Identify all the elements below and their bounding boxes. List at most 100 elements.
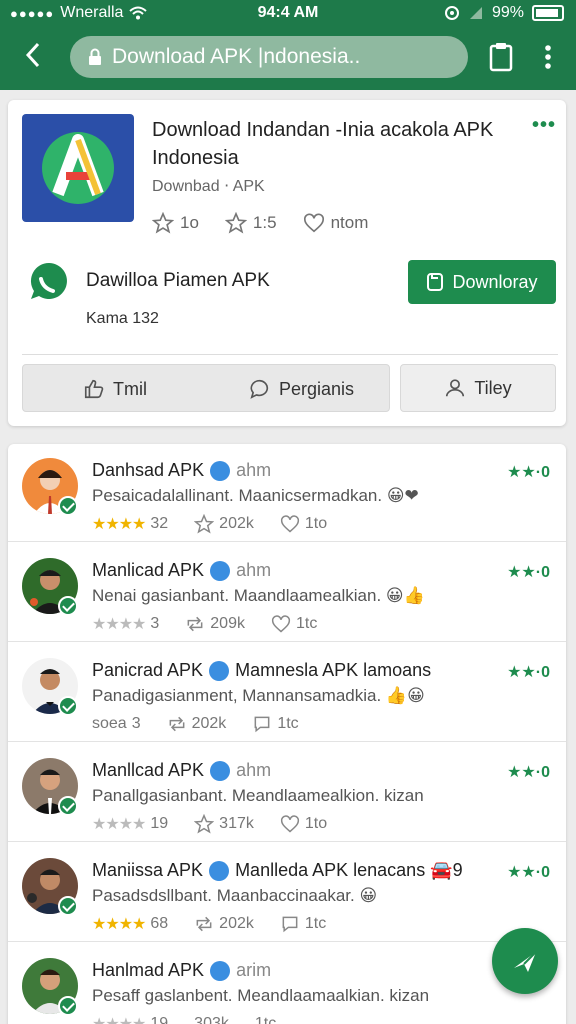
comments[interactable]: 1to [280, 814, 327, 834]
stars-icon: ★★★★ [92, 1014, 146, 1024]
stat-value: 1:5 [252, 213, 277, 232]
review-item[interactable]: Maniissa APK Manlleda APK lenacans 🚘9 ★★… [8, 844, 566, 942]
reviewer-tag: ahm [236, 460, 272, 480]
star-count: 19 [150, 1015, 169, 1024]
tab-pergianis[interactable]: Pergianis [249, 365, 354, 413]
star-rating: ★★★★ 19 [92, 1014, 168, 1024]
file-icon [427, 273, 444, 291]
verified-icon [210, 460, 231, 481]
star-rating: soea 3 [92, 715, 141, 733]
stars-icon: ★★★★ [92, 916, 146, 933]
stat-value: ntom [330, 213, 369, 232]
review-stats: ★★★★ 32 202k 1to [92, 514, 327, 534]
star-count: 3 [150, 615, 160, 632]
more-dots-icon[interactable]: ••• [532, 114, 556, 137]
thumbs-up-icon [84, 379, 104, 399]
reviewer-name[interactable]: Manllcad APK [92, 760, 204, 781]
url-text: Download APK |ndonesia.. [112, 45, 361, 68]
whatsapp-icon [30, 262, 67, 299]
star-rating: ★★★★ 3 [92, 614, 159, 634]
tab-tmil[interactable]: Tmil [83, 365, 147, 413]
heart-icon [303, 213, 324, 233]
comment-icon [250, 379, 269, 399]
star-icon [224, 212, 247, 234]
stars-icon: ★★★★ [92, 816, 146, 833]
star-icon [194, 814, 215, 834]
review-text: Panallgasianbant. Meandlaamealkion. kiza… [92, 786, 424, 805]
likes[interactable]: 209k [185, 614, 245, 634]
likes[interactable]: 317k [194, 814, 254, 834]
review-stats: ★★★★ 19 303k 1tc [92, 1014, 276, 1024]
star-rating: ★★★★ 68 [92, 914, 168, 934]
likes[interactable]: 202k [194, 914, 254, 934]
comments-count: 1tc [295, 615, 318, 632]
comment-icon [282, 916, 298, 933]
star-count: 19 [150, 815, 169, 832]
likes-count: 202k [219, 515, 254, 532]
likes-count: 303k [194, 1015, 229, 1024]
app-stats: 1o 1:5 ntom [152, 212, 368, 234]
reviewer-tag: Manlleda APK lenacans 🚘9 [235, 860, 463, 880]
review-text: Pasadsdsllbant. Maanbaccinaakar. 😀 [92, 886, 378, 905]
review-text: Panadigasianment, Mannansamadkia. 👍😀 [92, 686, 425, 705]
review-item[interactable]: Panicrad APK Mamnesla APK lamoans ★★·0 P… [8, 644, 566, 742]
review-item[interactable]: Manlicad APK ahm ★★·0 Nenai gasianbant. … [8, 544, 566, 642]
reviewer-name[interactable]: Panicrad APK [92, 660, 203, 681]
review-rating: ★★·0 [507, 564, 550, 581]
review-item[interactable]: Manllcad APK ahm ★★·0 Panallgasianbant. … [8, 744, 566, 842]
comments[interactable]: 1tc [271, 614, 317, 634]
review-item[interactable]: Hanlmad APK arim Pesaff gaslanbent. Mean… [8, 944, 566, 1024]
no-signal-icon [469, 7, 482, 19]
star-icon [152, 212, 174, 234]
likes[interactable]: 202k [194, 514, 254, 534]
comments-count: 1tc [254, 1015, 277, 1024]
like-stat[interactable]: ntom [303, 212, 369, 234]
user-icon [446, 379, 465, 397]
comments[interactable]: 1tc [280, 914, 326, 934]
battery-icon [532, 5, 564, 21]
heart-icon [280, 515, 299, 533]
likes-count: 202k [191, 715, 227, 732]
review-stats: ★★★★ 19 317k 1to [92, 814, 327, 834]
likes[interactable]: 303k [194, 1015, 229, 1024]
comments[interactable]: 1tc [252, 714, 299, 734]
reviewer-name[interactable]: Hanlmad APK [92, 960, 204, 981]
download-label: Downloray [452, 271, 538, 292]
app-subtitle: Downbad ⋅ APK [152, 178, 265, 195]
review-text: Nenai gasianbant. Maandlaamealkian. 😀👍 [92, 586, 425, 605]
reviewer-name[interactable]: Manlicad APK [92, 560, 204, 581]
reviewer-name-row: Hanlmad APK arim [92, 960, 271, 981]
heart-icon [280, 815, 299, 833]
reviewer-tag: Mamnesla APK lamoans [235, 660, 432, 680]
star-rating: ★★★★ 32 [92, 514, 168, 534]
back-button[interactable] [18, 38, 48, 72]
more-options-button[interactable] [537, 40, 559, 74]
rating-stat[interactable]: 1o [152, 212, 199, 234]
star-count: 3 [131, 715, 141, 732]
reviewer-name[interactable]: Danhsad APK [92, 460, 204, 481]
reviewer-name[interactable]: Maniissa APK [92, 860, 203, 881]
url-bar[interactable]: Download APK |ndonesia.. [70, 36, 468, 78]
likes[interactable]: 202k [167, 714, 227, 734]
sync-icon [444, 6, 459, 20]
app-icon[interactable] [22, 114, 134, 222]
compose-button[interactable] [492, 928, 558, 994]
review-item[interactable]: Danhsad APK ahm ★★·0 Pesaicadalallinant.… [8, 444, 566, 542]
tiley-label: Tiley [474, 377, 512, 398]
comments[interactable]: 1to [280, 514, 327, 534]
status-bar: ●●●●● Wneralla 94:4 AM 99% [0, 0, 576, 26]
download-button[interactable]: Downloray [408, 260, 556, 304]
comments[interactable]: 1tc [255, 1015, 276, 1024]
comments-count: 1tc [277, 715, 299, 732]
lock-icon [89, 48, 101, 65]
publisher-name[interactable]: Dawilloa Piamen APK [86, 270, 270, 292]
verified-icon [209, 860, 230, 881]
tiley-button[interactable]: Tiley [400, 364, 556, 412]
favorite-stat[interactable]: 1:5 [224, 212, 277, 234]
likes-count: 209k [210, 615, 245, 632]
clipboard-button[interactable] [488, 40, 514, 74]
send-icon [514, 951, 537, 972]
verified-badge [58, 596, 78, 616]
verified-icon [210, 960, 231, 981]
reviewer-name-row: Danhsad APK ahm [92, 460, 271, 481]
